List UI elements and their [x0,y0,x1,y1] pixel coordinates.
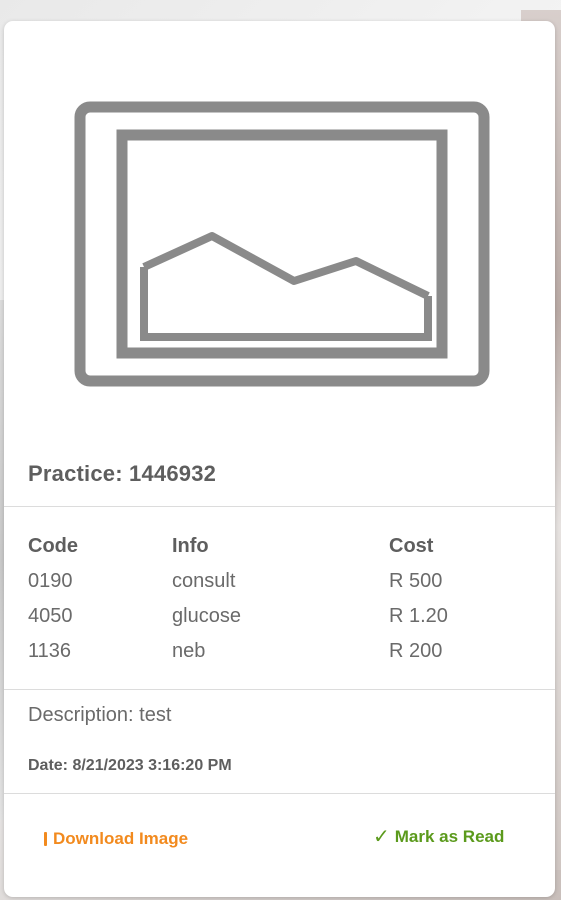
download-image-button[interactable]: Download Image [44,829,188,849]
table-row: 1136 neb R 200 [28,640,528,675]
download-icon [44,832,47,846]
cell-info: glucose [172,605,241,627]
divider [4,689,555,690]
column-header-code: Code [28,535,78,557]
cell-code: 0190 [28,570,73,592]
cell-info: consult [172,570,236,592]
image-placeholder-icon [74,101,490,387]
column-header-cost: Cost [389,535,434,557]
procedure-table: Code Info Cost 0190 consult R 500 4050 g… [28,535,528,675]
column-header-info: Info [172,535,209,557]
cell-info: neb [172,640,206,662]
table-row: 4050 glucose R 1.20 [28,605,528,640]
practice-title: Practice: 1446932 [28,461,217,486]
cell-cost: R 500 [389,570,443,592]
cell-code: 4050 [28,605,73,627]
download-image-label: Download Image [53,829,189,848]
cell-cost: R 1.20 [389,605,448,627]
table-row: 0190 consult R 500 [28,570,528,605]
mark-as-read-label: Mark as Read [394,827,505,846]
cell-cost: R 200 [389,640,443,662]
divider [4,506,555,507]
table-header-row: Code Info Cost [28,535,528,570]
cell-code: 1136 [28,640,72,662]
mark-as-read-button[interactable]: ✓ Mark as Read [373,827,504,847]
check-icon: ✓ [373,826,390,848]
divider [4,793,555,794]
notification-card: Practice: 1446932 Code Info Cost 0190 co… [4,21,555,897]
date-text: Date: 8/21/2023 3:16:20 PM [28,757,232,774]
description-text: Description: test [28,704,172,726]
